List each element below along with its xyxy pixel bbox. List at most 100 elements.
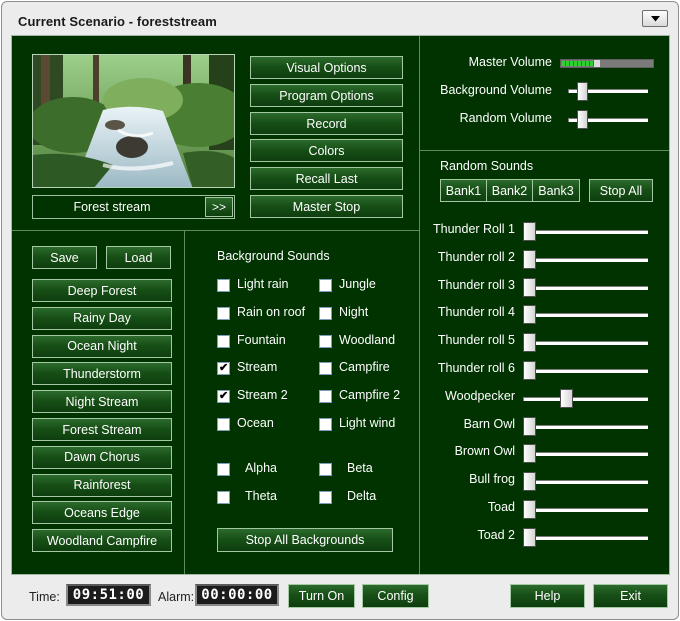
bank1-button[interactable]: Bank1 <box>440 179 487 202</box>
menu-dropdown-button[interactable] <box>642 10 668 27</box>
checkbox-label: Beta <box>347 461 373 475</box>
checkbox-label: Woodland <box>339 332 396 347</box>
random-sounds-heading: Random Sounds <box>440 159 534 173</box>
turn-on-button[interactable]: Turn On <box>288 584 355 608</box>
scenario-button[interactable]: Woodland Campfire <box>32 529 172 553</box>
recall-last-button[interactable]: Recall Last <box>250 167 403 190</box>
random-sound-track[interactable] <box>523 535 648 540</box>
checkbox[interactable]: ✔ <box>217 362 230 376</box>
exit-button[interactable]: Exit <box>593 584 668 608</box>
colors-button[interactable]: Colors <box>250 139 403 162</box>
title-bar: Current Scenario - foreststream <box>2 2 678 36</box>
record-button[interactable]: Record <box>250 112 403 135</box>
random-sound-track[interactable] <box>523 257 648 262</box>
background-sounds-heading: Background Sounds <box>217 249 330 263</box>
alarm-display[interactable]: 00:00:00 <box>195 584 279 606</box>
random-sound-slider[interactable] <box>523 361 536 380</box>
vertical-divider <box>419 36 420 574</box>
checkbox[interactable] <box>319 390 332 404</box>
chevron-down-icon <box>651 16 660 22</box>
checkbox-label: Stream <box>237 360 278 375</box>
checkbox[interactable] <box>217 463 230 476</box>
save-button[interactable]: Save <box>32 246 97 269</box>
scenario-button[interactable]: Ocean Night <box>32 334 172 358</box>
master-stop-button[interactable]: Master Stop <box>250 195 403 218</box>
next-scene-button[interactable]: >> <box>205 197 233 217</box>
checkbox[interactable] <box>217 279 230 292</box>
stop-all-random-button[interactable]: Stop All <box>589 179 653 202</box>
bank2-button[interactable]: Bank2 <box>486 179 533 202</box>
random-sound-slider[interactable] <box>523 527 536 547</box>
random-sound-label: Bull frog <box>469 472 515 487</box>
random-sound-slider[interactable] <box>523 500 536 519</box>
random-sound-slider[interactable] <box>523 305 536 325</box>
checkbox[interactable]: ✔ <box>217 390 230 404</box>
checkbox[interactable] <box>319 362 332 376</box>
random-sound-track[interactable] <box>523 424 648 429</box>
checkbox[interactable] <box>217 490 230 504</box>
scenario-button[interactable]: Rainforest <box>32 473 172 497</box>
random-sound-track[interactable] <box>523 285 648 290</box>
checkbox[interactable] <box>319 334 332 348</box>
random-sound-slider[interactable] <box>523 249 536 269</box>
visual-options-button[interactable]: Visual Options <box>250 56 403 79</box>
stop-all-backgrounds-button[interactable]: Stop All Backgrounds <box>217 528 393 552</box>
random-sound-slider[interactable] <box>523 444 536 464</box>
random-sound-track[interactable] <box>523 369 648 373</box>
background-volume-slider[interactable] <box>576 82 588 101</box>
random-sound-track[interactable] <box>523 230 648 234</box>
scenario-button[interactable]: Forest Stream <box>32 418 172 441</box>
random-sound-slider[interactable] <box>559 388 573 408</box>
background-volume-label: Background Volume <box>440 83 552 97</box>
checkbox-label: Delta <box>347 488 377 503</box>
checkbox[interactable] <box>217 334 230 348</box>
bank3-button[interactable]: Bank3 <box>532 179 580 202</box>
master-volume-label: Master Volume <box>468 55 552 69</box>
random-sound-slider[interactable] <box>523 277 536 297</box>
random-sound-label: Barn Owl <box>463 416 515 431</box>
random-sound-label: Toad <box>487 500 515 514</box>
random-sound-track[interactable] <box>523 313 648 318</box>
scenario-button[interactable]: Oceans Edge <box>32 501 172 525</box>
load-button[interactable]: Load <box>106 246 171 269</box>
scenario-button[interactable]: Thunderstorm <box>32 362 172 386</box>
random-sound-track[interactable] <box>523 480 648 485</box>
scenario-button[interactable]: Night Stream <box>32 390 172 414</box>
help-button[interactable]: Help <box>510 584 585 608</box>
checkbox-label: Theta <box>245 488 277 503</box>
random-sound-label: Thunder roll 5 <box>437 333 515 348</box>
checkbox[interactable] <box>319 490 332 504</box>
random-sound-track[interactable] <box>523 341 648 346</box>
scenario-button[interactable]: Dawn Chorus <box>32 445 172 469</box>
checkbox[interactable] <box>319 279 332 292</box>
random-sound-track[interactable] <box>523 396 648 401</box>
random-sound-slider[interactable] <box>523 222 536 241</box>
random-sound-slider[interactable] <box>523 472 536 492</box>
random-volume-slider[interactable] <box>576 110 588 129</box>
scenario-button[interactable]: Rainy Day <box>32 306 172 330</box>
window-title: Current Scenario - foreststream <box>18 14 217 29</box>
random-sound-label: Thunder Roll 1 <box>433 222 515 236</box>
scenario-button[interactable]: Deep Forest <box>32 279 172 302</box>
check-icon: ✔ <box>219 390 229 403</box>
horizontal-divider-right <box>420 150 669 151</box>
program-options-button[interactable]: Program Options <box>250 84 403 107</box>
random-sound-track[interactable] <box>523 452 648 457</box>
checkbox[interactable] <box>217 418 230 431</box>
random-sound-label: Thunder roll 3 <box>437 277 515 292</box>
scene-photo <box>32 54 235 188</box>
config-button[interactable]: Config <box>362 584 429 608</box>
checkbox[interactable] <box>319 418 332 431</box>
random-sound-slider[interactable] <box>523 416 536 436</box>
master-volume-meter[interactable] <box>560 59 654 68</box>
checkbox-label: Campfire 2 <box>339 388 401 403</box>
checkbox[interactable] <box>319 463 332 476</box>
checkbox[interactable] <box>217 306 230 320</box>
random-sound-label: Thunder roll 6 <box>437 361 515 375</box>
master-volume-knob[interactable] <box>593 60 600 67</box>
random-sound-track[interactable] <box>523 508 648 512</box>
alarm-label: Alarm: <box>158 590 195 604</box>
checkbox[interactable] <box>319 306 332 320</box>
time-label: Time: <box>29 590 60 604</box>
random-sound-slider[interactable] <box>523 333 536 353</box>
